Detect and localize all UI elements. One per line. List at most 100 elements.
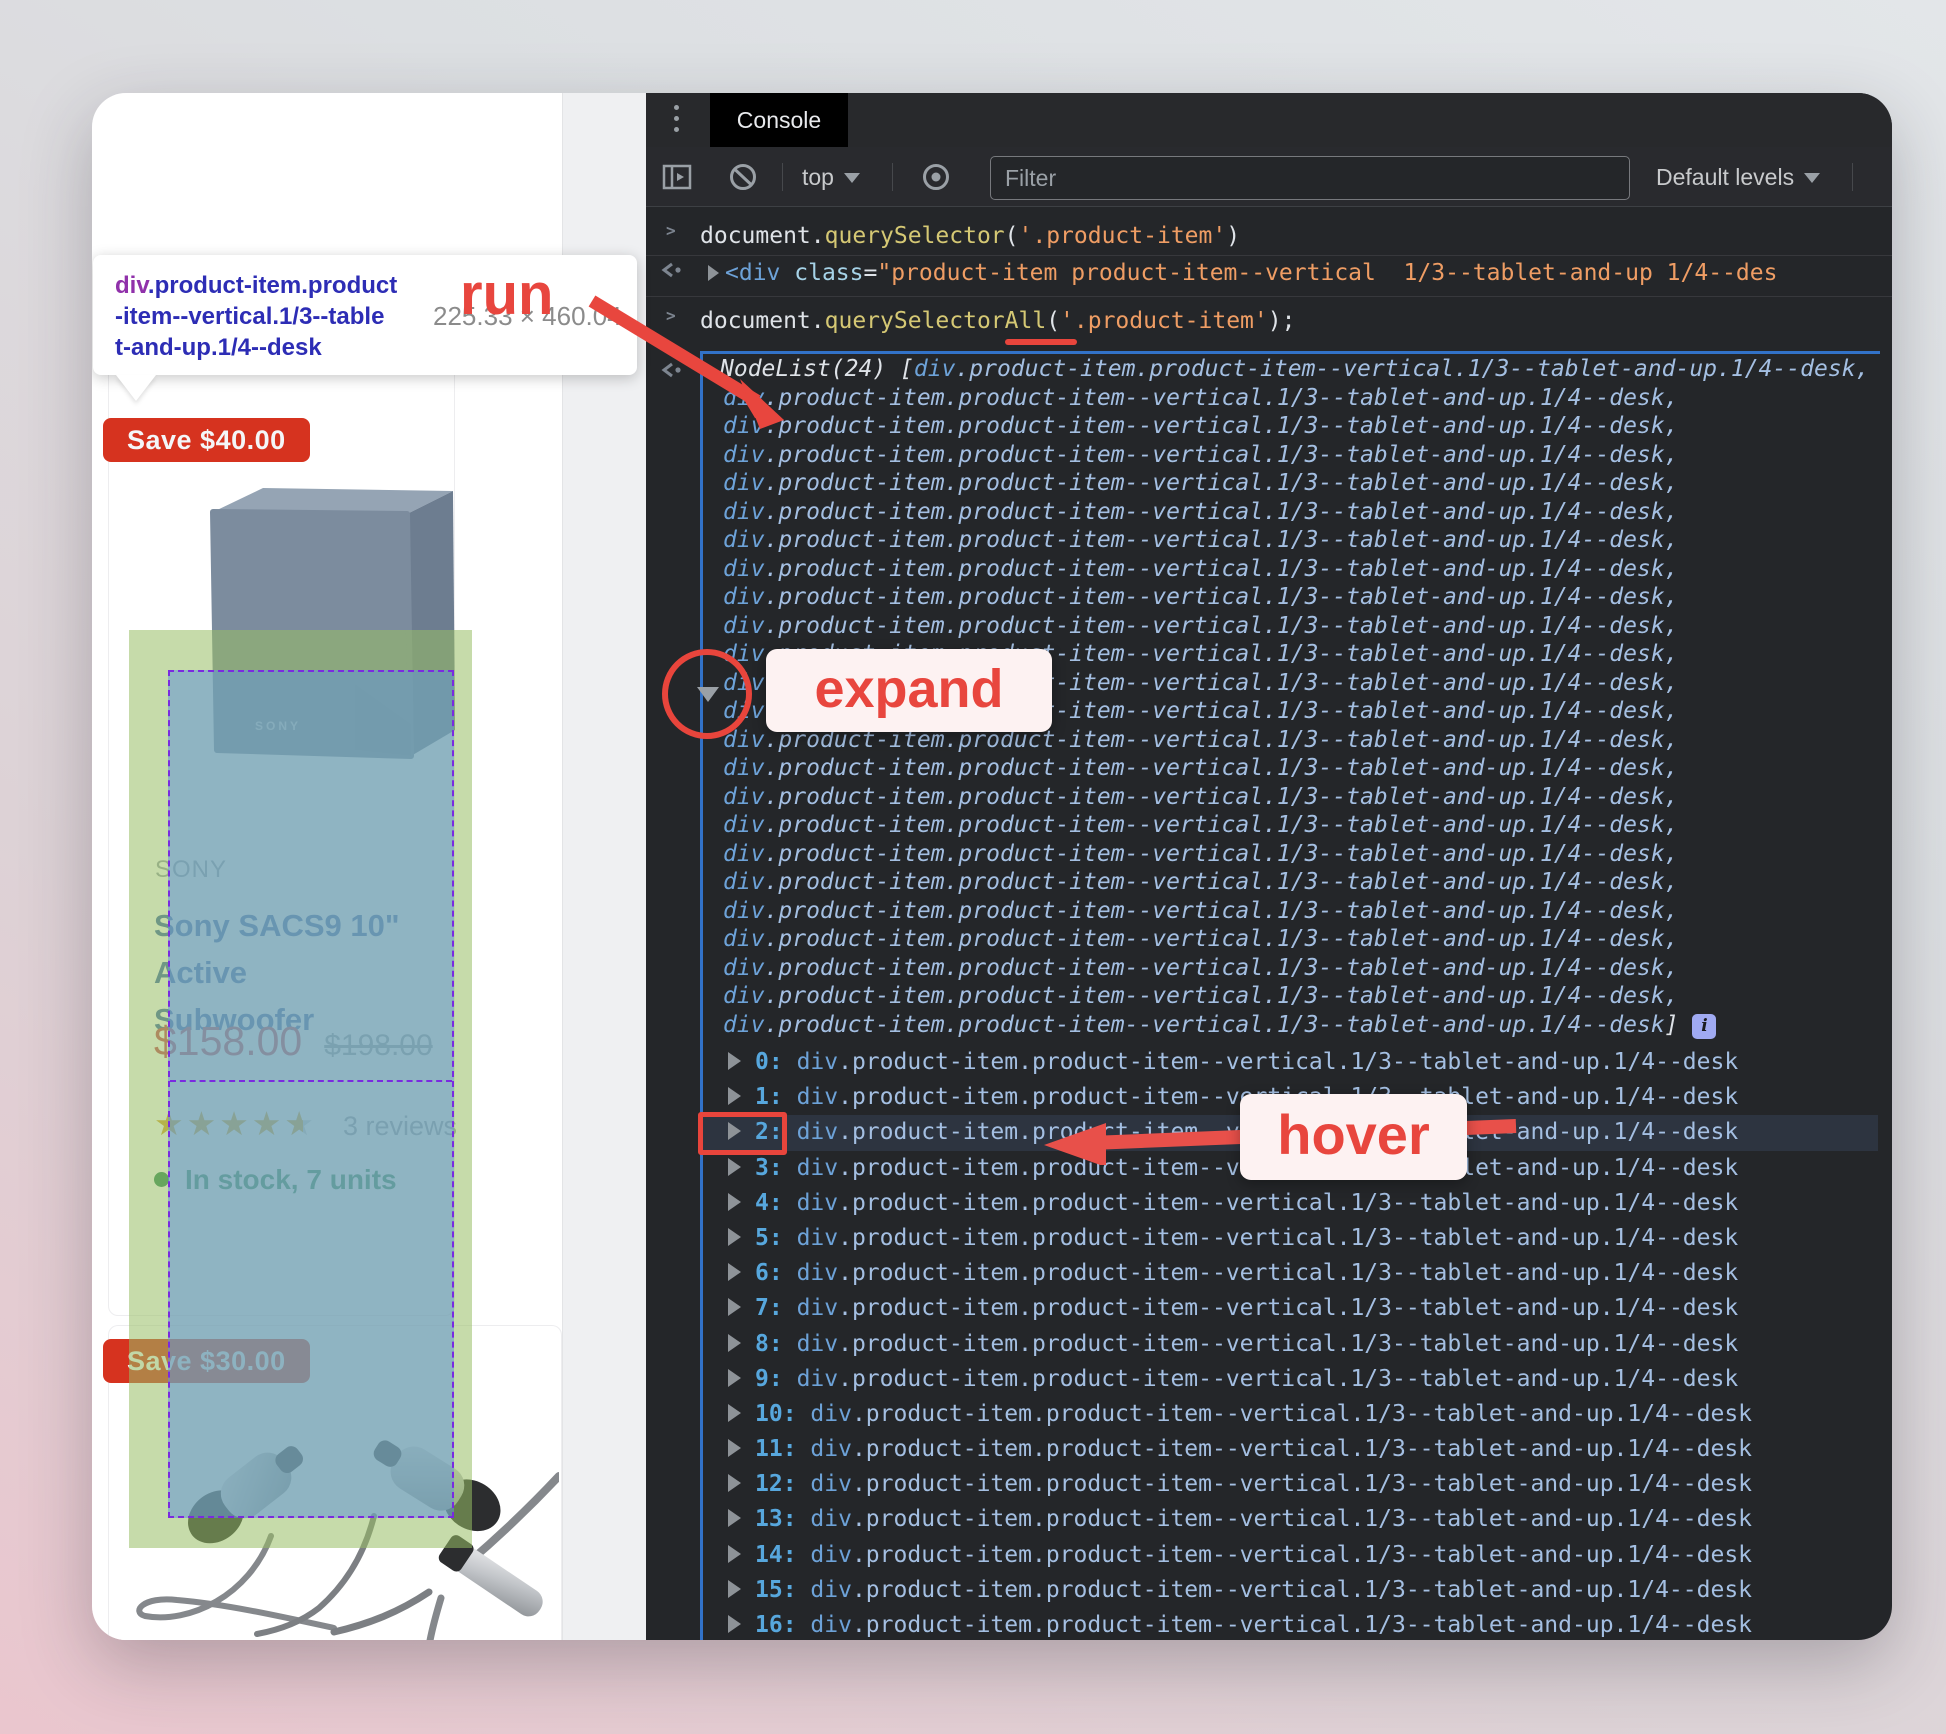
nodelist-preview-line: div.product-item.product-item--vertical.… — [723, 983, 1679, 1009]
chevron-down-icon — [843, 173, 860, 183]
expand-triangle-icon[interactable] — [728, 1263, 741, 1282]
half-star-icon: ★ ★ — [284, 1105, 317, 1142]
toolbar-divider — [1852, 163, 1853, 191]
nodelist-preview-line: div.product-item.product-item--vertical.… — [723, 783, 1679, 810]
current-price: $158.00 — [154, 1018, 303, 1064]
nodelist-preview-line: div.product-item.product-item--vertical.… — [723, 584, 1679, 610]
nodelist-item-row[interactable]: 5: div.product-item.product-item--vertic… — [646, 1221, 1892, 1256]
tab-console[interactable]: Console — [710, 93, 848, 147]
nodelist-item-row[interactable]: 7: div.product-item.product-item--vertic… — [646, 1291, 1892, 1326]
expand-triangle-icon[interactable] — [728, 1298, 741, 1317]
filter-input[interactable] — [990, 156, 1630, 200]
console-return-icon — [661, 262, 681, 278]
console-separator — [646, 296, 1892, 297]
star-icon: ★ — [219, 1105, 252, 1142]
expand-triangle-icon[interactable] — [708, 265, 719, 281]
expand-triangle-icon[interactable] — [728, 1087, 741, 1106]
nodelist-preview-line: div.product-item.product-item--vertical.… — [723, 812, 1679, 838]
product-card-subwoofer[interactable]: Save $40.00 SONY SONY Sony SACS9 10" Act… — [103, 325, 472, 1548]
nodelist-item-row[interactable]: 8: div.product-item.product-item--vertic… — [646, 1327, 1892, 1362]
price-row: $158.00 $198.00 — [154, 1018, 433, 1065]
nodelist-preview-line: div.product-item.product-item--vertical.… — [723, 612, 1679, 639]
dock-sidebar-icon[interactable] — [662, 163, 692, 191]
nodelist-preview-line: div.product-item.product-item--vertical.… — [723, 840, 1679, 867]
live-expression-eye-icon[interactable] — [918, 162, 954, 192]
expand-annotation-box: expand — [766, 649, 1052, 732]
inspect-tooltip: div.product-item.product -item--vertical… — [93, 255, 637, 401]
hover-annotation-box: hover — [1240, 1094, 1467, 1180]
nodelist-item-row[interactable]: 15: div.product-item.product-item--verti… — [646, 1573, 1892, 1608]
nodelist-preview-line: div.product-item.product-item--vertical.… — [723, 897, 1679, 924]
expand-triangle-icon[interactable] — [728, 1439, 741, 1458]
webpage-pane: Save $40.00 SONY SONY Sony SACS9 10" Act… — [92, 93, 646, 1640]
nodelist-preview-line: div.product-item.product-item--vertical.… — [723, 755, 1679, 781]
nodelist-item-row[interactable]: 13: div.product-item.product-item--verti… — [646, 1502, 1892, 1537]
expand-triangle-icon[interactable] — [728, 1474, 741, 1493]
nodelist-item-row[interactable]: 0: div.product-item.product-item--vertic… — [646, 1045, 1892, 1080]
nodelist-preview-line: div.product-item.product-item--vertical.… — [723, 527, 1679, 553]
nodelist-item-row[interactable]: 10: div.product-item.product-item--verti… — [646, 1397, 1892, 1432]
reviews-count[interactable]: 3 reviews — [343, 1111, 457, 1141]
info-icon[interactable]: i — [1692, 1013, 1717, 1039]
nodelist-item-row[interactable]: 4: div.product-item.product-item--vertic… — [646, 1186, 1892, 1221]
star-rating: ★★★★★ ★ 3 reviews — [154, 1104, 457, 1143]
console-prompt-icon: > — [666, 221, 676, 240]
nodelist-preview-line: div.product-item.product-item--vertical.… — [723, 498, 1679, 525]
expand-triangle-icon[interactable] — [728, 1333, 741, 1352]
expand-triangle-icon[interactable] — [728, 1579, 741, 1598]
nodelist-preview-line: div.product-item.product-item--vertical.… — [720, 1011, 1869, 1040]
nodelist-item-row[interactable]: 6: div.product-item.product-item--vertic… — [646, 1256, 1892, 1291]
red-underline-annotation — [1005, 339, 1077, 345]
nodelist-preview-line: div.product-item.product-item--vertical.… — [723, 470, 1679, 496]
toolbar-divider — [892, 163, 893, 191]
console-separator — [646, 255, 1892, 256]
chevron-down-icon — [1804, 173, 1821, 183]
console-command-queryselectorall[interactable]: document.querySelectorAll('.product-item… — [700, 306, 1892, 336]
nodelist-item-row[interactable]: 11: div.product-item.product-item--verti… — [646, 1432, 1892, 1467]
nodelist-preview-line: div.product-item.product-item--vertical.… — [723, 441, 1679, 468]
expand-triangle-icon[interactable] — [728, 1192, 741, 1211]
nodelist-item-row[interactable]: 12: div.product-item.product-item--verti… — [646, 1467, 1892, 1502]
collapse-triangle-icon[interactable] — [697, 687, 719, 702]
product-brand: SONY — [155, 856, 228, 883]
star-icon: ★ — [251, 1105, 285, 1142]
clear-console-icon[interactable] — [728, 162, 758, 192]
console-toolbar: top Default levels — [646, 147, 1892, 207]
expand-triangle-icon[interactable] — [728, 1227, 741, 1246]
console-command-queryselector[interactable]: document.querySelector('.product-item') — [700, 221, 1892, 251]
hover-target-rect-annotation — [698, 1112, 787, 1155]
console-result-element[interactable]: <div class="product-item product-item--v… — [708, 258, 1892, 288]
tooltip-selector-line1: div.product-item.product — [115, 272, 398, 299]
nodelist-selection-border — [700, 351, 1880, 354]
expand-triangle-icon[interactable] — [728, 1615, 741, 1633]
inspect-overlay-grid-line — [170, 1080, 452, 1082]
tooltip-pointer — [116, 375, 156, 401]
run-annotation-label: run — [460, 262, 554, 327]
nodelist-preview-line: div.product-item.product-item--vertical.… — [723, 384, 1679, 411]
nodelist-preview-line: div.product-item.product-item--vertical.… — [723, 413, 1679, 439]
nodelist-item-row[interactable]: 9: div.product-item.product-item--vertic… — [646, 1362, 1892, 1397]
run-arrow-annotation — [588, 295, 784, 429]
stock-dot-icon — [154, 1172, 169, 1187]
expand-triangle-icon[interactable] — [728, 1509, 741, 1528]
tooltip-selector-line3: t-and-up.1/4--desk — [115, 334, 322, 361]
star-icon: ★ — [154, 1105, 187, 1142]
nodelist-item-row[interactable]: 14: div.product-item.product-item--verti… — [646, 1538, 1892, 1573]
toolbar-divider — [782, 163, 783, 191]
nodelist-preview-line: div.product-item.product-item--vertical.… — [723, 954, 1679, 981]
nodelist-preview-line: div.product-item.product-item--vertical.… — [723, 926, 1679, 952]
log-levels-selector[interactable]: Default levels — [1656, 147, 1821, 207]
expand-triangle-icon[interactable] — [728, 1544, 741, 1563]
kebab-menu-icon[interactable] — [674, 105, 680, 138]
expand-triangle-icon[interactable] — [728, 1052, 741, 1070]
product-card-earbuds[interactable]: Save $30.00 — [103, 1325, 562, 1640]
nodelist-item-row[interactable]: 16: div.product-item.product-item--verti… — [646, 1608, 1892, 1640]
context-selector[interactable]: top — [802, 147, 860, 207]
expand-triangle-icon[interactable] — [728, 1157, 741, 1176]
earbuds-product-image — [136, 1440, 559, 1640]
expand-triangle-icon[interactable] — [728, 1368, 741, 1387]
discount-badge: Save $30.00 — [103, 1339, 310, 1383]
expand-triangle-icon[interactable] — [728, 1403, 741, 1422]
devtools-tabbar: Console — [646, 93, 1892, 147]
discount-badge: Save $40.00 — [103, 418, 310, 462]
